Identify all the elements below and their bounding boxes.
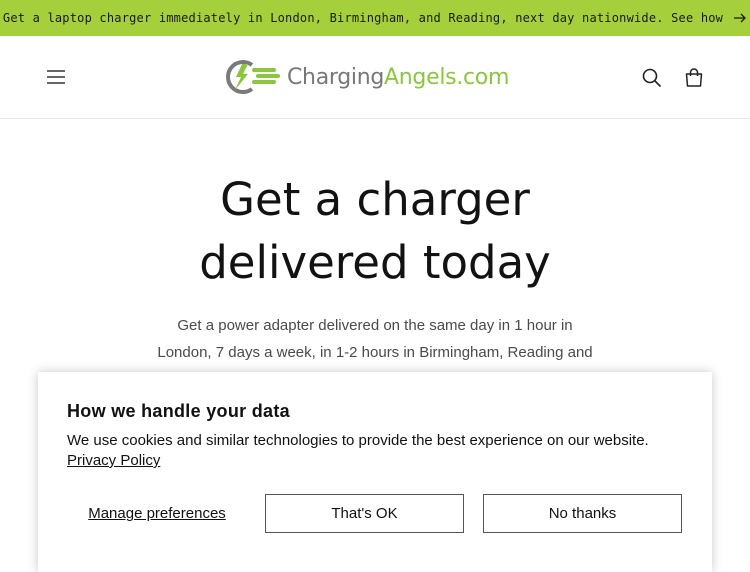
cookie-banner: How we handle your data We use cookies a… [38, 372, 712, 572]
arrow-right-icon[interactable] [733, 13, 747, 23]
manage-preferences-button[interactable]: Manage preferences [67, 494, 247, 533]
cookie-banner-body: We use cookies and similar technologies … [67, 431, 707, 471]
hero-subtitle-line2: London, 7 days a week, in 1-2 hours in B… [157, 344, 593, 361]
decline-cookies-button[interactable]: No thanks [483, 494, 682, 533]
announcement-bar[interactable]: Get a laptop charger immediately in Lond… [0, 0, 750, 36]
hero-title-line2: delivered today [199, 236, 551, 289]
search-icon[interactable] [642, 68, 662, 88]
logo-text-charging: Charging [287, 64, 385, 90]
hamburger-menu-icon[interactable] [46, 69, 66, 85]
logo-text-angels: Angels.com [384, 64, 510, 90]
privacy-policy-link[interactable]: Privacy Policy [67, 452, 160, 469]
cookie-banner-text: We use cookies and similar technologies … [67, 432, 649, 449]
hero-subtitle-line1: Get a power adapter delivered on the sam… [177, 317, 573, 334]
logo[interactable]: ChargingAngels.com [224, 56, 534, 98]
hero-title-line1: Get a charger [220, 173, 530, 226]
charger-logo-icon [226, 60, 280, 94]
hero-title: Get a charger delivered today [0, 168, 750, 294]
announcement-text[interactable]: Get a laptop charger immediately in Lond… [3, 11, 723, 25]
site-header: ChargingAngels.com [0, 36, 750, 119]
hero-subtitle: Get a power adapter delivered on the sam… [125, 312, 625, 366]
accept-cookies-button[interactable]: That's OK [265, 494, 464, 533]
cookie-banner-title: How we handle your data [67, 401, 290, 421]
logo-text: ChargingAngels.com [287, 65, 509, 90]
cart-icon[interactable] [683, 67, 705, 89]
